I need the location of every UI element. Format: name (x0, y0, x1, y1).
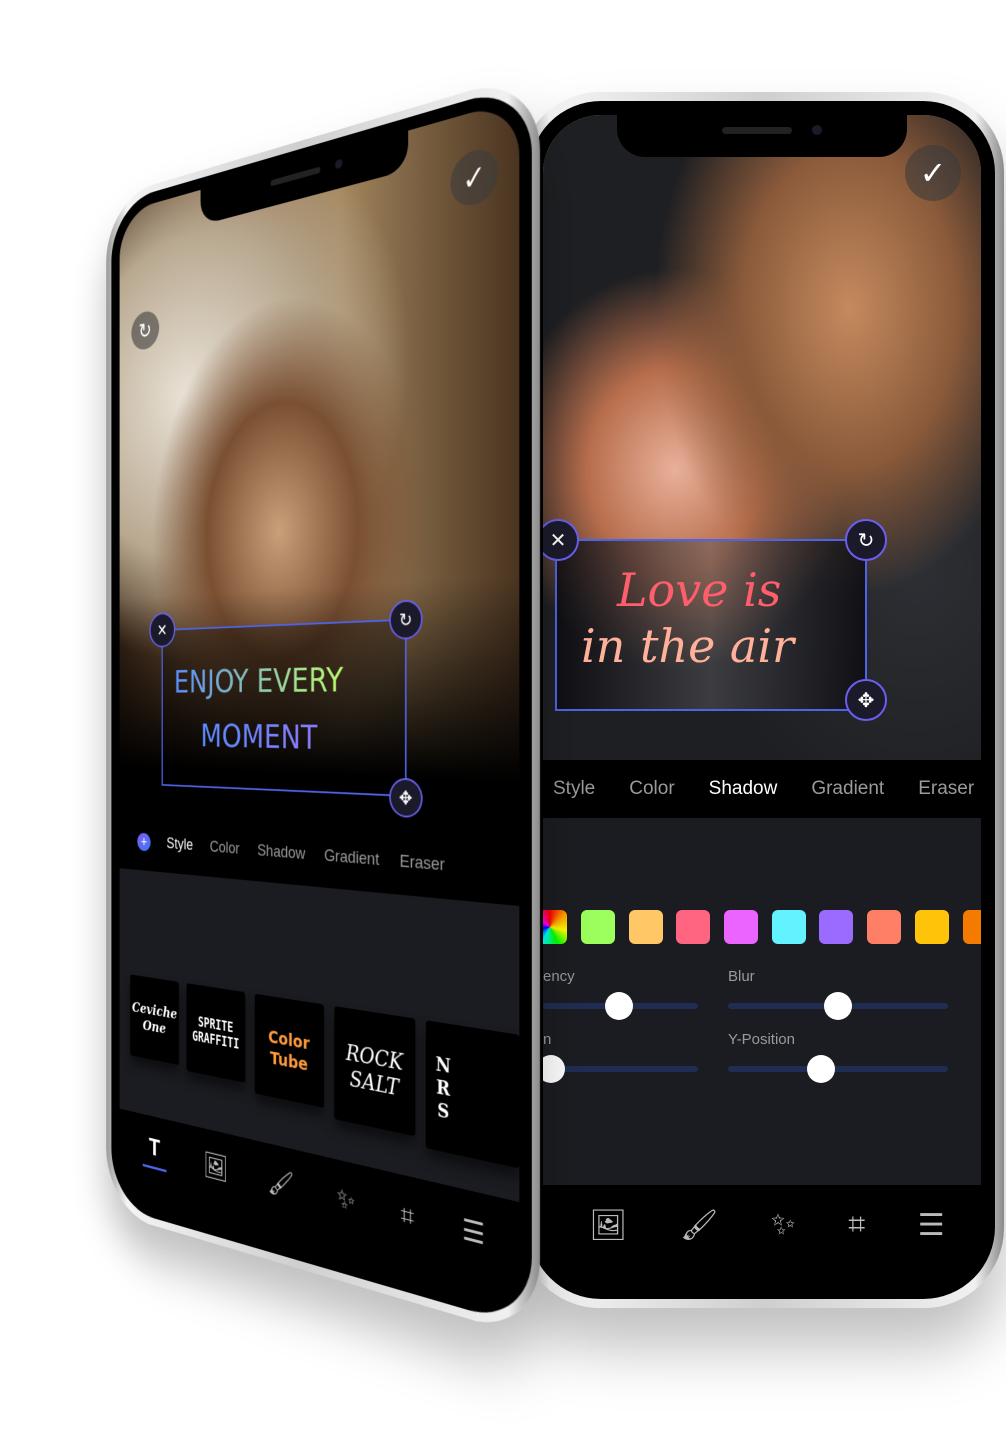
font-card-color-tube[interactable]: Color Tube (254, 993, 325, 1108)
right-phone-screen: ✓ Love is in the air ✕ ↻ ✥ Style Color S… (543, 115, 981, 1285)
image-icon[interactable]: 🖼︎ (203, 1149, 228, 1185)
overlay-line-2: in the air (581, 619, 795, 673)
notch (617, 115, 907, 157)
right-tab-bar: Style Color Shadow Gradient Eraser (543, 760, 981, 818)
move-handle-icon[interactable]: ✥ (389, 777, 423, 819)
tab-eraser[interactable]: Eraser (918, 778, 974, 800)
slider-label-transparency: ency (543, 968, 575, 985)
left-phone-bezel: ✓ ↻ ENJOY EVERY MOMENT ✕ ↻ ✥ + Style Col… (111, 81, 532, 1329)
tab-style[interactable]: Style (167, 835, 194, 855)
tab-style[interactable]: Style (553, 778, 595, 800)
tab-color[interactable]: Color (629, 778, 674, 800)
overlay-line-2: MOMENT (200, 716, 318, 757)
overlay-line-1: Love is (617, 563, 782, 617)
rotate-handle-icon[interactable]: ↻ (845, 519, 887, 561)
add-text-button[interactable]: + (137, 832, 151, 852)
sliders-icon[interactable]: ☰ (918, 1208, 945, 1243)
font-card-rock-salt[interactable]: ROCK SALT (334, 1006, 416, 1137)
font-card-ceviche-one[interactable]: Ceviche One (130, 974, 179, 1066)
swatch-green[interactable] (581, 910, 615, 944)
text-icon[interactable]: T (142, 1131, 167, 1173)
slider-label-y-position: Y-Position (728, 1031, 795, 1048)
tab-eraser[interactable]: Eraser (400, 852, 445, 876)
tab-shadow[interactable]: Shadow (709, 778, 778, 800)
brush-icon[interactable]: 🖌︎ (680, 1208, 718, 1243)
right-toolbar: 🖼︎ 🖌︎ ✨︎ ⌗ ☰ (543, 1185, 981, 1285)
swatch-coral[interactable] (867, 910, 901, 944)
font-card-partial[interactable]: N R S (425, 1020, 520, 1169)
left-phone-screen: ✓ ↻ ENJOY EVERY MOMENT ✕ ↻ ✥ + Style Col… (119, 98, 520, 1312)
brush-icon[interactable]: 🖌︎ (268, 1165, 295, 1203)
shadow-panel: ency Blur n Y-Position (543, 818, 981, 1195)
tab-shadow[interactable]: Shadow (257, 841, 305, 864)
slider-label-blur: Blur (728, 968, 755, 985)
tab-color[interactable]: Color (210, 838, 240, 859)
sliders-icon[interactable]: ☰ (462, 1213, 485, 1253)
magic-wand-icon[interactable]: ✨︎ (771, 1208, 796, 1242)
tab-gradient[interactable]: Gradient (324, 846, 379, 870)
right-phone-bezel: ✓ Love is in the air ✕ ↻ ✥ Style Color S… (529, 101, 995, 1299)
magic-wand-icon[interactable]: ✨︎ (337, 1182, 356, 1218)
x-position-slider[interactable] (543, 1055, 698, 1083)
right-phone: ✓ Love is in the air ✕ ↻ ✥ Style Color S… (520, 92, 1004, 1308)
tab-gradient[interactable]: Gradient (811, 778, 884, 800)
font-card-sprite-graffiti[interactable]: SPRITE GRAFFITI (186, 983, 246, 1083)
slider-label-x-position: n (543, 1031, 552, 1048)
blur-slider[interactable] (728, 992, 948, 1020)
crop-icon[interactable]: ⌗ (848, 1208, 865, 1242)
left-phone: ✓ ↻ ENJOY EVERY MOMENT ✕ ↻ ✥ + Style Col… (106, 70, 541, 1340)
transparency-slider[interactable] (543, 992, 698, 1020)
swatch-purple[interactable] (819, 910, 853, 944)
swatch-yellow[interactable] (915, 910, 949, 944)
swatch-pink[interactable] (676, 910, 710, 944)
swatch-rainbow[interactable] (543, 910, 567, 944)
y-position-slider[interactable] (728, 1055, 948, 1083)
move-handle-icon[interactable]: ✥ (845, 679, 887, 721)
swatch-orange[interactable] (629, 910, 663, 944)
image-icon[interactable]: 🖼︎ (589, 1208, 627, 1243)
crop-icon[interactable]: ⌗ (401, 1198, 414, 1233)
swatch-cyan[interactable] (772, 910, 806, 944)
confirm-button[interactable]: ✓ (905, 145, 961, 201)
text-overlay-box[interactable]: Love is in the air (555, 539, 867, 711)
swatch-dark-orange[interactable] (963, 910, 981, 944)
swatch-magenta[interactable] (724, 910, 758, 944)
overlay-line-1: ENJOY EVERY (173, 659, 344, 701)
text-overlay-box[interactable]: ENJOY EVERY MOMENT (161, 618, 407, 797)
